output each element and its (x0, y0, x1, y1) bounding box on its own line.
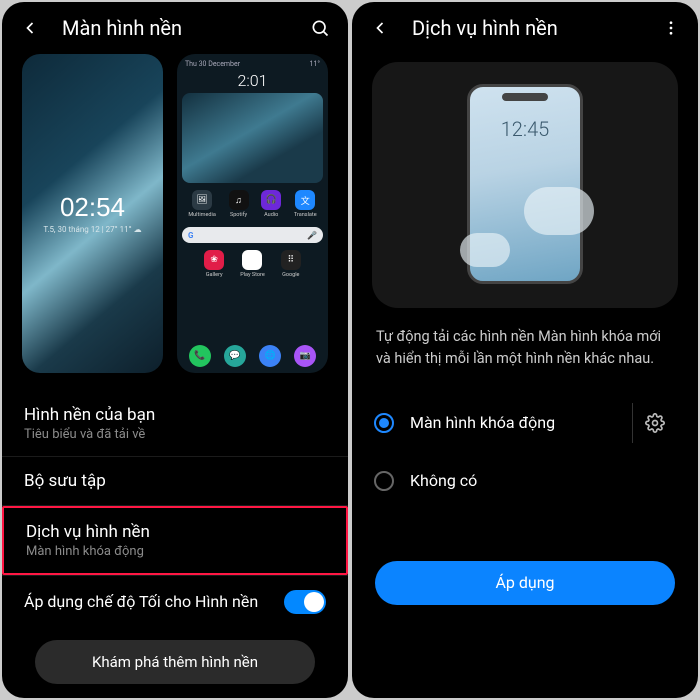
apply-button[interactable]: Áp dụng (375, 561, 675, 605)
wallpaper-service-section[interactable]: Dịch vụ hình nền Màn hình khóa động (2, 506, 348, 575)
back-icon[interactable] (370, 18, 390, 38)
collection-section[interactable]: Bộ sưu tập (2, 457, 348, 505)
explore-more-button[interactable]: Khám phá thêm hình nền (35, 640, 315, 684)
service-preview-card: 12:45 (372, 62, 678, 308)
mini-time: 12:45 (501, 117, 550, 141)
radio-selected-icon[interactable] (374, 413, 394, 433)
dock: 📞 💬 🌐 📷 (182, 341, 323, 369)
more-icon[interactable] (662, 19, 680, 37)
wallpaper-previews: 02:54 T.5, 30 tháng 12 | 27° 11° ☁ Thu 3… (2, 54, 348, 391)
wallpaper-service-screen: Dịch vụ hình nền 12:45 Tự động tải các h… (352, 2, 698, 698)
radio-unselected-icon[interactable] (374, 471, 394, 491)
widget-clock: 2:01 (238, 71, 268, 90)
gear-icon (645, 413, 665, 433)
wallpaper-settings-screen: Màn hình nền 02:54 T.5, 30 tháng 12 | 27… (2, 2, 348, 698)
dynamic-settings-button[interactable] (632, 403, 676, 443)
google-search-bar: G 🎤 (182, 227, 323, 243)
dark-mode-wallpaper-row[interactable]: Áp dụng chế độ Tối cho Hình nền (2, 576, 348, 628)
mini-phone-preview: 12:45 (467, 84, 583, 284)
search-icon[interactable] (310, 18, 330, 38)
service-description: Tự động tải các hình nền Màn hình khóa m… (352, 322, 698, 389)
back-icon[interactable] (20, 18, 40, 38)
lockscreen-preview[interactable]: 02:54 T.5, 30 tháng 12 | 27° 11° ☁ (22, 54, 163, 373)
homescreen-wall-thumb (182, 93, 323, 183)
header: Màn hình nền (2, 2, 348, 54)
dark-mode-toggle[interactable] (284, 590, 326, 614)
option-none[interactable]: Không có (352, 457, 698, 505)
header: Dịch vụ hình nền (352, 2, 698, 54)
lockscreen-time: 02:54 (60, 192, 125, 223)
page-title: Màn hình nền (62, 16, 288, 40)
lockscreen-date: T.5, 30 tháng 12 | 27° 11° ☁ (43, 225, 141, 234)
homescreen-preview[interactable]: Thu 30 December 11° 2:01 🖼Multimedia ♫Sp… (177, 54, 328, 373)
your-wallpapers-section[interactable]: Hình nền của bạn Tiêu biểu và đã tải về (2, 391, 348, 456)
option-dynamic-lockscreen[interactable]: Màn hình khóa động (352, 389, 698, 457)
page-title: Dịch vụ hình nền (412, 16, 640, 40)
